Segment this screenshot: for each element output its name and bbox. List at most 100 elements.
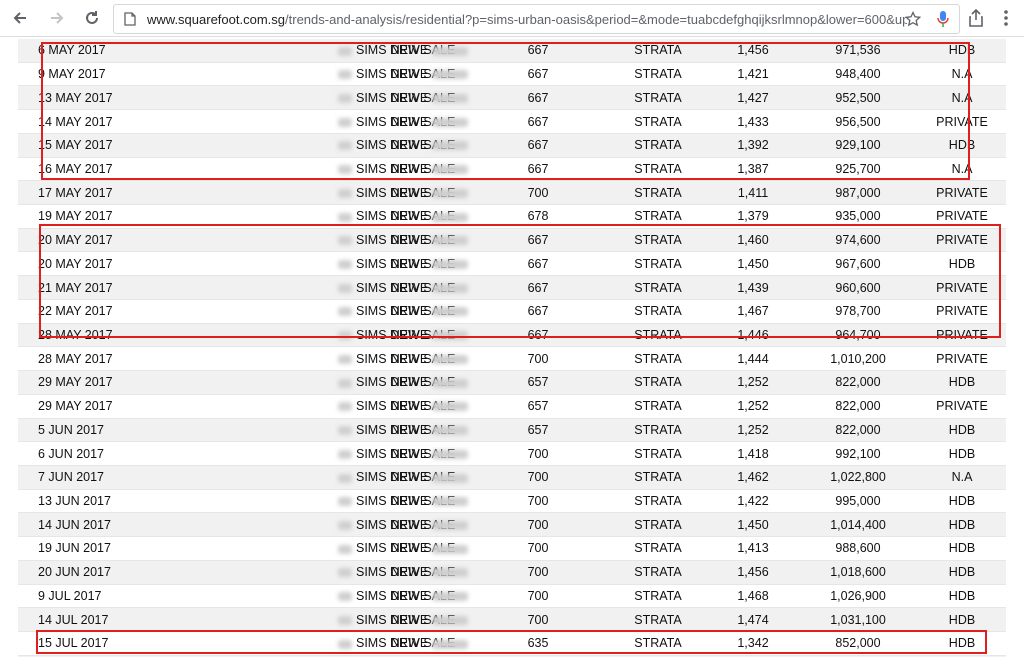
redacted-block-number: [338, 426, 352, 436]
url-path: /trends-and-analysis/residential?p=sims-…: [285, 12, 907, 27]
table-row: 15 JUL 2017 SIMS DRIVE NEW SALE 635 STRATA 1,…: [18, 631, 1006, 656]
buyer-cell: PRIVATE: [918, 228, 1006, 253]
table-row: 29 MAY 2017SIMS DRIVENEW SALE657STRATA1,…: [18, 370, 1006, 395]
date-cell: 5 JUN 2017: [18, 418, 168, 443]
date-cell: 14 MAY 2017: [18, 109, 168, 134]
psf-cell: 1,433: [708, 109, 798, 134]
redacted-unit-number: [432, 402, 469, 412]
date-cell: 6 MAY 2017: [18, 39, 168, 63]
date-cell: 16 MAY 2017: [18, 157, 168, 182]
page-info-icon[interactable]: [124, 12, 136, 26]
psf-cell: 1,379: [708, 204, 798, 229]
forward-button[interactable]: [45, 6, 69, 30]
tenure-cell: STRATA: [608, 228, 708, 253]
price-cell: 956,500: [798, 109, 918, 134]
back-button[interactable]: [8, 6, 32, 30]
area-cell: 700: [468, 465, 608, 490]
psf-cell: 1,427: [708, 85, 798, 111]
redacted-block-number: [338, 544, 352, 554]
price-cell: 974,600: [798, 228, 918, 253]
buyer-cell: HDB: [918, 441, 1006, 466]
address-bar[interactable]: www.squarefoot.com.sg/trends-and-analysi…: [113, 4, 960, 34]
table-row: 13 JUN 2017 SIMS DRIVE NEW SALE 700 STRATA 1,…: [18, 489, 1006, 514]
tenure-cell: STRATA: [608, 536, 708, 561]
price-cell: 925,700: [798, 157, 918, 182]
table-row: 9 MAY 2017 SIMS DRIVE NEW SALE 667 STRATA 1,4…: [18, 62, 1006, 87]
table-row: 14 JUL 2017SIMS DRIVENEW SALE700STRATA1,…: [18, 607, 1006, 632]
area-cell: 678: [468, 204, 608, 229]
address-cell: SIMS DRIVE: [168, 157, 469, 182]
psf-cell: 1,439: [708, 275, 798, 300]
browser-toolbar: www.squarefoot.com.sg/trends-and-analysi…: [0, 0, 1024, 37]
area-cell: 667: [468, 228, 608, 253]
redacted-block-number: [338, 449, 352, 459]
redacted-block-number: [338, 592, 352, 602]
redacted-unit-number: [432, 46, 469, 56]
buyer-cell: HDB: [918, 489, 1006, 514]
buyer-cell: PRIVATE: [918, 299, 1006, 324]
price-cell: 987,000: [798, 180, 918, 206]
buyer-cell: HDB: [918, 512, 1006, 538]
area-cell: 700: [468, 584, 608, 609]
buyer-cell: HDB: [918, 39, 1006, 63]
price-cell: 964,700: [798, 323, 918, 348]
table-row: 16 MAY 2017 SIMS DRIVE NEW SALE 667 STRATA 1,…: [18, 157, 1006, 182]
area-cell: 700: [468, 560, 608, 585]
share-button[interactable]: [964, 6, 988, 30]
psf-cell: 1,462: [708, 465, 798, 490]
psf-cell: 1,456: [708, 560, 798, 585]
area-cell: 667: [468, 85, 608, 111]
tenure-cell: STRATA: [608, 441, 708, 466]
redacted-block-number: [338, 378, 352, 388]
area-cell: 657: [468, 418, 608, 443]
redacted-block-number: [338, 260, 352, 270]
tenure-cell: STRATA: [608, 39, 708, 63]
tenure-cell: STRATA: [608, 204, 708, 229]
redacted-unit-number: [432, 592, 469, 602]
psf-cell: 1,468: [708, 584, 798, 609]
price-cell: 822,000: [798, 370, 918, 395]
area-cell: 667: [468, 39, 608, 63]
url-text[interactable]: www.squarefoot.com.sg/trends-and-analysi…: [147, 12, 907, 27]
psf-cell: 1,446: [708, 323, 798, 348]
buyer-cell: HDB: [918, 536, 1006, 561]
tenure-cell: STRATA: [608, 512, 708, 538]
table-row: 5 JUN 2017SIMS DRIVENEW SALE657STRATA1,2…: [18, 418, 1006, 443]
psf-cell: 1,450: [708, 251, 798, 277]
microphone-icon[interactable]: [937, 10, 949, 28]
redacted-unit-number: [432, 94, 469, 103]
price-cell: 929,100: [798, 133, 918, 158]
address-cell: SIMS DRIVE: [168, 299, 469, 324]
redacted-block-number: [338, 402, 352, 412]
redacted-unit-number: [432, 141, 469, 151]
redacted-block-number: [338, 188, 352, 198]
menu-button[interactable]: [994, 6, 1018, 30]
tenure-cell: STRATA: [608, 560, 708, 585]
area-cell: 700: [468, 607, 608, 632]
star-icon[interactable]: [905, 11, 921, 27]
tenure-cell: STRATA: [608, 62, 708, 87]
redacted-unit-number: [432, 236, 469, 246]
table-row: 9 JUL 2017 SIMS DRIVE NEW SALE 700 STRATA 1,4…: [18, 584, 1006, 609]
date-cell: 20 MAY 2017: [18, 228, 168, 253]
redacted-block-number: [338, 615, 352, 625]
psf-cell: 1,422: [708, 489, 798, 514]
date-cell: 22 MAY 2017: [18, 299, 168, 324]
date-cell: 15 MAY 2017: [18, 133, 168, 158]
redacted-block-number: [338, 497, 352, 507]
price-cell: 960,600: [798, 275, 918, 300]
address-cell: SIMS DRIVE: [168, 39, 469, 63]
area-cell: 700: [468, 536, 608, 561]
table-row: 20 JUN 2017SIMS DRIVENEW SALE700STRATA1,…: [18, 560, 1006, 585]
date-cell: 17 MAY 2017: [18, 180, 168, 206]
redacted-unit-number: [432, 639, 469, 649]
reload-button[interactable]: [80, 6, 104, 30]
tenure-cell: STRATA: [608, 109, 708, 134]
tenure-cell: STRATA: [608, 299, 708, 324]
date-cell: 14 JUN 2017: [18, 512, 168, 538]
price-cell: 995,000: [798, 489, 918, 514]
address-cell: SIMS DRIVE: [168, 275, 469, 300]
redacted-unit-number: [432, 165, 469, 175]
buyer-cell: N.A: [918, 465, 1006, 490]
share-icon: [969, 9, 983, 27]
